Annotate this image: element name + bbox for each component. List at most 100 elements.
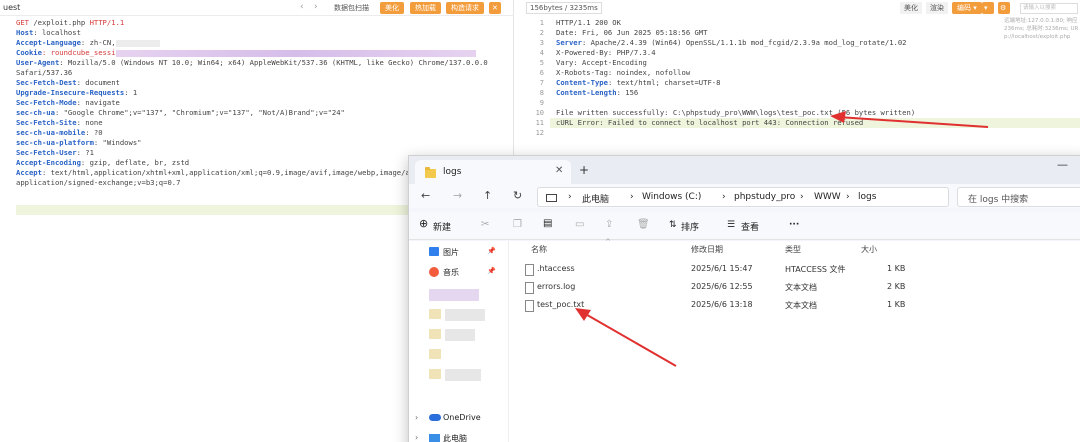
pin-icon[interactable]: 📌 <box>487 267 496 275</box>
chevron-right-icon: › <box>568 192 572 202</box>
response-line: HTTP/1.1 200 OK <box>556 18 621 27</box>
file-row[interactable]: errors.log 2025/6/6 12:55 文本文档 2 KB <box>521 279 941 297</box>
music-icon <box>429 267 439 277</box>
breadcrumb-item[interactable]: Windows (C:) <box>642 192 701 202</box>
chevron-right-icon: › <box>722 192 726 202</box>
file-size: 1 KB <box>887 300 906 309</box>
file-icon <box>525 264 534 276</box>
minimize-icon[interactable]: — <box>1057 158 1068 171</box>
redacted-item <box>445 309 485 321</box>
address-bar[interactable]: › 此电脑 › Windows (C:) › phpstudy_pro › WW… <box>537 187 949 207</box>
file-date: 2025/6/6 12:55 <box>691 282 753 291</box>
close-request-button[interactable]: ✕ <box>489 2 501 14</box>
more-options-button[interactable]: ··· <box>789 220 799 230</box>
rename-icon[interactable]: ▭ <box>575 219 584 230</box>
request-panel-title: uest <box>3 3 21 12</box>
request-header-line: Sec-Fetch-Mode: navigate <box>16 98 120 107</box>
file-explorer-window: logs ✕ + — ← → ↑ ↻ › 此电脑 › Windows (C:) … <box>408 155 1080 442</box>
folder-icon <box>425 167 436 178</box>
file-date: 2025/6/1 15:47 <box>691 264 753 273</box>
response-line: Vary: Accept-Encoding <box>556 58 647 67</box>
file-row[interactable]: test_poc.txt 2025/6/6 13:18 文本文档 1 KB <box>521 297 941 315</box>
response-size-label: 156bytes / 3235ms <box>526 2 602 14</box>
sidebar-item-pictures[interactable]: 图片 <box>443 247 459 258</box>
new-plus-icon[interactable]: ⊕ <box>419 217 428 230</box>
pin-icon[interactable]: 📌 <box>487 247 496 255</box>
request-header-line: Cookie: roundcube_sessi <box>16 48 510 58</box>
forward-arrow-icon[interactable]: → <box>453 189 462 202</box>
hot-load-button[interactable]: 热加载 <box>410 2 441 14</box>
sort-caret-icon: ^ <box>605 238 611 246</box>
breadcrumb-item[interactable]: phpstudy_pro <box>734 192 795 202</box>
back-arrow-icon[interactable]: ← <box>421 189 430 202</box>
delete-icon[interactable]: 🗑 <box>637 219 650 230</box>
request-header-line: sec-ch-ua-mobile: ?0 <box>16 128 103 137</box>
settings-icon[interactable]: ⚙ <box>998 2 1010 14</box>
new-tab-icon[interactable]: + <box>579 163 589 177</box>
file-name: test_poc.txt <box>537 300 585 309</box>
file-name: errors.log <box>537 282 576 291</box>
sidebar-item-this-pc[interactable]: 此电脑 <box>443 433 467 442</box>
request-header-line: Upgrade-Insecure-Requests: 1 <box>16 88 138 97</box>
request-header-line: Sec-Fetch-Site: none <box>16 118 103 127</box>
request-header-line: Sec-Fetch-Dest: document <box>16 78 120 87</box>
new-button[interactable]: 新建 <box>433 220 451 233</box>
response-line: Content-Type: text/html; charset=UTF-8 <box>556 78 721 87</box>
chevron-right-icon[interactable]: › <box>415 433 418 442</box>
cloud-icon <box>429 414 441 421</box>
chevron-right-icon[interactable]: › <box>415 413 418 422</box>
more-icon[interactable]: ▾ <box>982 2 994 14</box>
column-header-size[interactable]: 大小 <box>861 244 877 255</box>
paste-icon[interactable]: ▤ <box>543 218 552 229</box>
up-arrow-icon[interactable]: ↑ <box>483 189 492 202</box>
sidebar-item-onedrive[interactable]: OneDrive <box>443 413 481 422</box>
file-type: HTACCESS 文件 <box>785 265 846 274</box>
view-icon[interactable]: ☰ <box>727 220 735 230</box>
prev-icon[interactable]: ‹ <box>300 2 304 12</box>
request-toolbar: uest ‹ › 数据包扫描 美化 热加载 构造请求 ✕ <box>0 0 514 16</box>
image-icon <box>429 247 439 256</box>
tab-beautify[interactable]: 美化 <box>900 2 922 14</box>
redacted-item <box>429 369 441 379</box>
chevron-right-icon: › <box>630 192 634 202</box>
sort-button[interactable]: 排序 <box>681 220 699 233</box>
request-header-line: User-Agent: Mozilla/5.0 (Windows NT 10.0… <box>16 58 488 67</box>
file-row[interactable]: .htaccess 2025/6/1 15:47 HTACCESS 文件 1 K… <box>521 261 941 279</box>
close-tab-icon[interactable]: ✕ <box>555 165 563 176</box>
redacted-item <box>429 309 441 319</box>
sort-icon[interactable]: ⇅ <box>669 220 677 230</box>
file-type: 文本文档 <box>785 283 817 292</box>
encoding-dropdown[interactable]: 编码 ▾ <box>952 2 982 14</box>
next-icon[interactable]: › <box>314 2 318 12</box>
share-icon[interactable]: ⇪ <box>605 219 613 230</box>
breadcrumb-item[interactable]: WWW <box>814 192 841 202</box>
explorer-search-input[interactable]: 在 logs 中搜索 <box>957 187 1080 207</box>
cut-icon[interactable]: ✂ <box>481 219 489 230</box>
request-line: GET /exploit.php HTTP/1.1 <box>16 18 125 27</box>
file-icon <box>525 282 534 294</box>
breadcrumb-item[interactable]: logs <box>858 192 876 202</box>
refresh-icon[interactable]: ↻ <box>513 189 522 202</box>
view-button[interactable]: 查看 <box>741 220 759 233</box>
explorer-tab[interactable]: logs ✕ <box>415 160 571 184</box>
column-header-type[interactable]: 类型 <box>785 244 801 255</box>
tab-render[interactable]: 渲染 <box>926 2 948 14</box>
construct-request-button[interactable]: 构造请求 <box>446 2 484 14</box>
sidebar-item-music[interactable]: 音乐 <box>443 267 459 278</box>
redacted-item <box>429 349 441 359</box>
column-header-date[interactable]: 修改日期 <box>691 244 723 255</box>
response-line <box>556 128 996 138</box>
file-name: .htaccess <box>537 264 575 273</box>
request-header-line: Safari/537.36 <box>16 68 73 77</box>
response-body[interactable]: HTTP/1.1 200 OK Date: Fri, 06 Jun 2025 0… <box>556 18 996 138</box>
screen: uest ‹ › 数据包扫描 美化 热加载 构造请求 ✕ GET /exploi… <box>0 0 1080 442</box>
copy-icon[interactable]: ❐ <box>513 219 522 230</box>
request-header-line: Accept-Language: zh-CN, <box>16 38 510 48</box>
column-header-name[interactable]: 名称 <box>531 244 547 255</box>
beautify-button[interactable]: 美化 <box>380 2 404 14</box>
response-search-input[interactable]: 请输入以搜索 <box>1020 3 1078 14</box>
request-header-line: Host: localhost <box>16 28 81 37</box>
file-size: 2 KB <box>887 282 906 291</box>
breadcrumb-item[interactable]: 此电脑 <box>582 192 609 205</box>
packet-scan-button[interactable]: 数据包扫描 <box>330 2 373 14</box>
